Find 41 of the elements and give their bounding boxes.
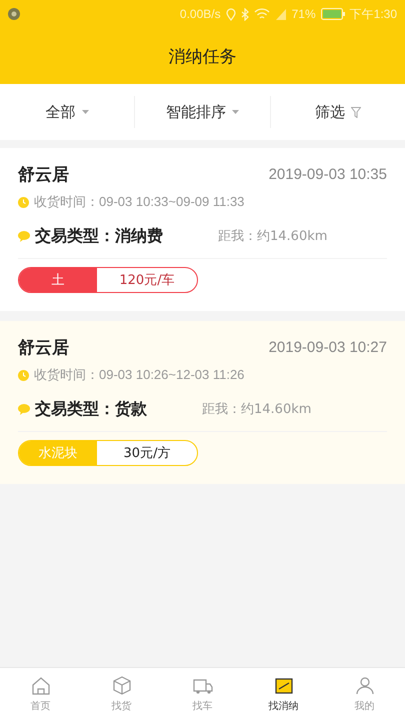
network-speed: 0.00B/s: [180, 7, 221, 21]
signal-icon: [274, 8, 287, 20]
task-card[interactable]: 舒云居 2019-09-03 10:27 收货时间：09-03 10:26~12-03 11:26 交易类型：货款 距我：约14.60km 水泥块 30元/方: [0, 321, 405, 484]
site-name: 舒云居: [18, 336, 69, 358]
task-card[interactable]: 舒云居 2019-09-03 10:35 收货时间：09-03 10:33~09-09 11:33 交易类型：消纳费 距我：约14.60km 土 120元/车: [0, 148, 405, 311]
price-label: 30元/方: [122, 445, 172, 463]
bluetooth-icon: [240, 8, 249, 20]
material-label: 水泥块: [19, 441, 97, 465]
wifi-icon: [254, 8, 270, 20]
caret-icon: [82, 110, 89, 114]
tile-icon: [274, 676, 294, 696]
battery-level: 71%: [292, 7, 316, 21]
material-label: 土: [19, 268, 97, 292]
filter-dropdown[interactable]: 智能排序: [135, 96, 271, 128]
box-icon: [112, 676, 132, 696]
trade-type: 交易类型：消纳费: [35, 226, 163, 246]
price-label: 120元/车: [118, 272, 176, 290]
filter-dropdown[interactable]: 筛选: [270, 96, 405, 128]
battery-icon: [320, 8, 345, 20]
home-icon: [30, 676, 50, 696]
receive-time: 收货时间：09-03 10:33~09-09 11:33: [34, 193, 244, 211]
posted-time: 2019-09-03 10:27: [268, 338, 387, 356]
caret-icon: [232, 110, 239, 114]
page-title: 消纳任务: [168, 46, 236, 68]
clock-time: 下午1:30: [350, 6, 397, 22]
speech-bubble-icon: [18, 404, 30, 414]
clock-icon: [18, 370, 29, 380]
nav-tab[interactable]: 找消纳: [243, 668, 324, 720]
distance: 距我：约14.60km: [218, 228, 328, 245]
app-icon: [8, 8, 20, 20]
filter-dropdown[interactable]: 全部: [0, 96, 136, 128]
site-name: 舒云居: [18, 164, 69, 186]
receive-time: 收货时间：09-03 10:26~12-03 11:26: [34, 366, 244, 384]
person-icon: [354, 676, 374, 696]
speech-bubble-icon: [18, 230, 30, 242]
trade-type: 交易类型：货款: [35, 398, 147, 420]
clock-icon: [18, 196, 29, 208]
location-icon: [226, 8, 236, 20]
posted-time: 2019-09-03 10:35: [268, 166, 387, 182]
filter-icon: [350, 106, 361, 118]
distance: 距我：约14.60km: [202, 401, 312, 418]
